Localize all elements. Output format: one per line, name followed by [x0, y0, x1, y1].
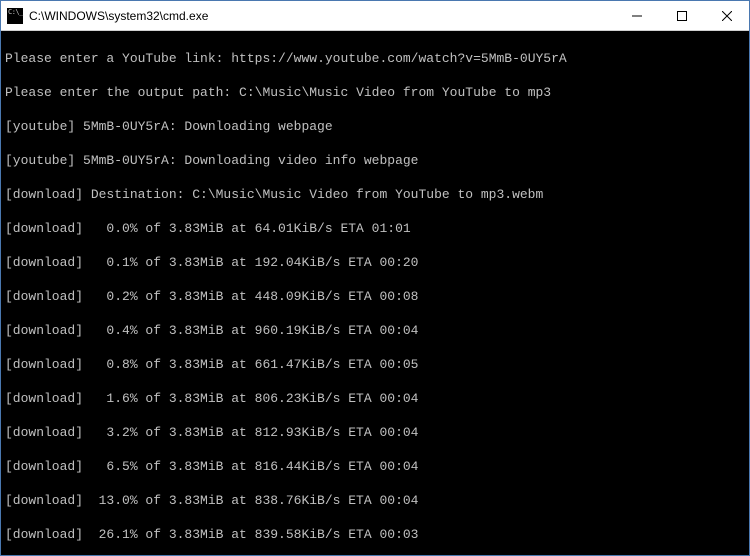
download-progress-line: [download] 1.6% of 3.83MiB at 806.23KiB/… — [5, 390, 745, 407]
window-controls — [614, 1, 749, 30]
close-icon — [722, 11, 732, 21]
download-progress-line: [download] 0.1% of 3.83MiB at 192.04KiB/… — [5, 254, 745, 271]
maximize-icon — [677, 11, 687, 21]
download-progress-line: [download] 6.5% of 3.83MiB at 816.44KiB/… — [5, 458, 745, 475]
cmd-window: C:\WINDOWS\system32\cmd.exe Please enter… — [0, 0, 750, 556]
youtube-url: https://www.youtube.com/watch?v=5MmB-0UY… — [231, 51, 566, 66]
prompt-label: Please enter a YouTube link: — [5, 51, 231, 66]
console-line: [download] Destination: C:\Music\Music V… — [5, 186, 745, 203]
console-line: Please enter the output path: C:\Music\M… — [5, 84, 745, 101]
output-path: C:\Music\Music Video from YouTube to mp3 — [239, 85, 551, 100]
download-progress-line: [download] 26.1% of 3.83MiB at 839.58KiB… — [5, 526, 745, 543]
console-area[interactable]: Please enter a YouTube link: https://www… — [1, 31, 749, 555]
window-title: C:\WINDOWS\system32\cmd.exe — [29, 9, 614, 23]
console-line: Please enter a YouTube link: https://www… — [5, 50, 745, 67]
download-progress-line: [download] 3.2% of 3.83MiB at 812.93KiB/… — [5, 424, 745, 441]
download-progress-line: [download] 0.2% of 3.83MiB at 448.09KiB/… — [5, 288, 745, 305]
console-line: [youtube] 5MmB-0UY5rA: Downloading video… — [5, 152, 745, 169]
download-progress-line: [download] 0.0% of 3.83MiB at 64.01KiB/s… — [5, 220, 745, 237]
download-progress-line: [download] 0.8% of 3.83MiB at 661.47KiB/… — [5, 356, 745, 373]
titlebar[interactable]: C:\WINDOWS\system32\cmd.exe — [1, 1, 749, 31]
cmd-icon — [7, 8, 23, 24]
close-button[interactable] — [704, 1, 749, 30]
prompt-label: Please enter the output path: — [5, 85, 239, 100]
maximize-button[interactable] — [659, 1, 704, 30]
download-progress-line: [download] 13.0% of 3.83MiB at 838.76KiB… — [5, 492, 745, 509]
minimize-button[interactable] — [614, 1, 659, 30]
download-progress-line: [download] 0.4% of 3.83MiB at 960.19KiB/… — [5, 322, 745, 339]
minimize-icon — [632, 11, 642, 21]
console-line: [youtube] 5MmB-0UY5rA: Downloading webpa… — [5, 118, 745, 135]
